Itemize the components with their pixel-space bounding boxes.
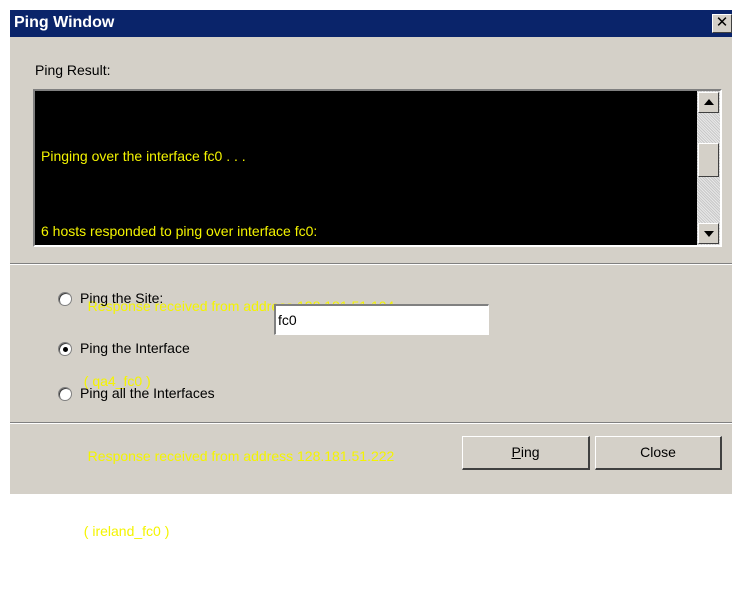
close-button[interactable]: Close: [595, 436, 722, 470]
radio-label-all: Ping all the Interfaces: [80, 385, 215, 401]
arrow-down-icon: [704, 231, 714, 237]
radio-button[interactable]: [58, 292, 72, 306]
result-line: Response received from address 128.181.5…: [41, 448, 395, 464]
close-window-button[interactable]: ✕: [712, 14, 732, 33]
divider: [10, 422, 732, 424]
arrow-up-icon: [704, 99, 714, 105]
scroll-thumb[interactable]: [698, 143, 719, 177]
ping-button[interactable]: Ping: [462, 436, 590, 470]
radio-dot-icon: [63, 347, 68, 352]
scroll-down-button[interactable]: [698, 223, 719, 244]
radio-button[interactable]: [58, 387, 72, 401]
scroll-up-button[interactable]: [698, 92, 719, 113]
background-strip-left: [0, 0, 10, 494]
ping-window: Ping Window ✕ Ping Result: Pinging over …: [0, 0, 732, 539]
result-scrollbar[interactable]: [697, 91, 720, 245]
radio-button-selected[interactable]: [58, 342, 72, 356]
divider: [10, 263, 732, 265]
site-interface-input[interactable]: fc0: [274, 304, 489, 335]
ping-result-label: Ping Result:: [35, 62, 111, 78]
ping-mnemonic: P: [511, 444, 521, 460]
window-title: Ping Window: [14, 14, 115, 31]
result-line: ( ireland_fc0 ): [41, 523, 170, 539]
radio-label-site: Ping the Site:: [80, 290, 164, 306]
background-strip-top: [0, 0, 732, 10]
radio-label-interface: Ping the Interface: [80, 340, 190, 356]
result-line: Pinging over the interface fc0 . . .: [41, 148, 246, 164]
close-icon: ✕: [715, 14, 729, 31]
ping-label-rest: ing: [520, 444, 540, 460]
title-bar[interactable]: Ping Window ✕: [10, 10, 732, 37]
result-line: 6 hosts responded to ping over interface…: [41, 223, 318, 239]
ping-result-textarea[interactable]: Pinging over the interface fc0 . . . 6 h…: [33, 89, 722, 539]
